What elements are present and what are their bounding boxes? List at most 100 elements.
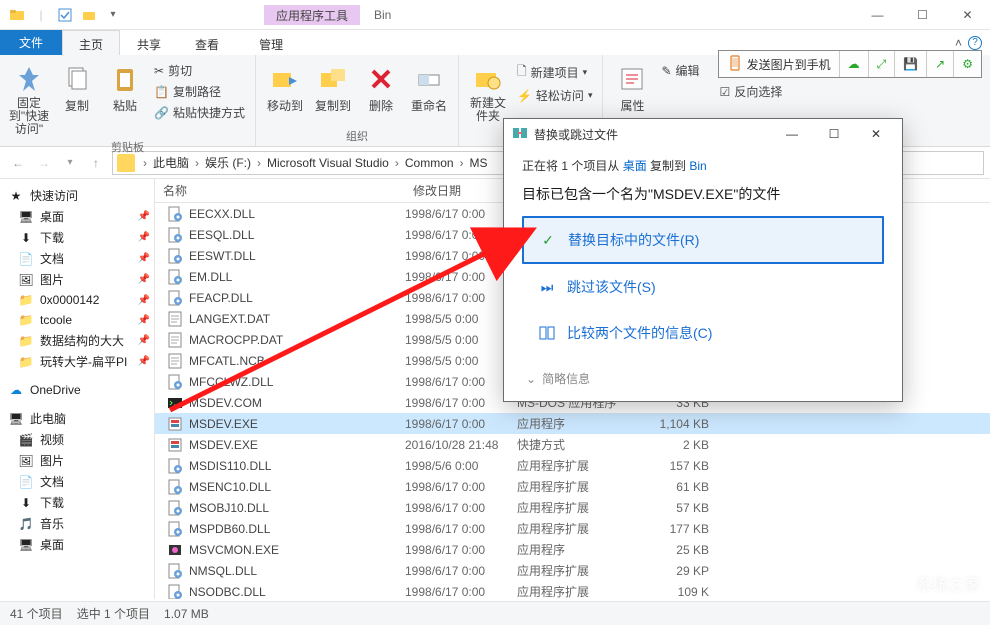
send-to-phone-button[interactable]: 发送图片到手机 [719, 51, 840, 77]
table-row[interactable]: MSDIS110.DLL1998/5/6 0:00应用程序扩展157 KB [155, 455, 990, 476]
file-date: 1998/6/17 0:00 [405, 291, 517, 305]
minimize-button[interactable]: — [855, 0, 900, 30]
breadcrumb-seg[interactable]: Common [403, 156, 456, 170]
sidebar-item[interactable]: 🎬视频 [0, 429, 154, 450]
table-row[interactable]: MSDEV.EXE2016/10/28 21:48快捷方式2 KB [155, 434, 990, 455]
paste-button[interactable]: 粘贴 [102, 59, 148, 137]
file-icon [167, 206, 183, 222]
sidebar-item[interactable]: 📁0x0000142📌 [0, 290, 154, 310]
copy-to-button[interactable]: 复制到 [310, 59, 356, 126]
tab-file[interactable]: 文件 [0, 30, 62, 55]
tab-share[interactable]: 共享 [120, 30, 178, 55]
help-icon[interactable]: ? [968, 36, 982, 50]
sidebar-item[interactable]: 🖥桌面 [0, 534, 154, 555]
dialog-minimize-button[interactable]: — [774, 121, 810, 147]
file-icon [167, 332, 183, 348]
qat-dropdown-icon[interactable]: ▾ [102, 4, 124, 26]
table-row[interactable]: MSDEV.EXE1998/6/17 0:00应用程序1,104 KB [155, 413, 990, 434]
sidebar-item-icon: ⬇ [18, 230, 34, 246]
chevron-right-icon[interactable]: › [456, 156, 468, 170]
dialog-dest-link[interactable]: Bin [689, 159, 706, 173]
table-row[interactable]: MSVCMON.EXE1998/6/17 0:00应用程序25 KB [155, 539, 990, 560]
sidebar-item[interactable]: 📄文档 [0, 471, 154, 492]
sidebar-this-pc[interactable]: 🖥此电脑 [0, 408, 154, 429]
sidebar-item[interactable]: 📄文档📌 [0, 248, 154, 269]
sidebar-item[interactable]: 🖥桌面📌 [0, 206, 154, 227]
file-name: MSDEV.EXE [189, 438, 258, 452]
table-row[interactable]: NSODBC.DLL1998/6/17 0:00应用程序扩展109 K [155, 581, 990, 599]
delete-icon [365, 63, 397, 95]
table-row[interactable]: NMSQL.DLL1998/6/17 0:00应用程序扩展29 KP [155, 560, 990, 581]
maximize-button[interactable]: ☐ [900, 0, 945, 30]
share-ext-button[interactable]: ↗ [927, 51, 954, 77]
paste-shortcut-button[interactable]: 🔗粘贴快捷方式 [150, 103, 249, 122]
expand-button[interactable]: ⤢ [869, 51, 896, 77]
save-ext-button[interactable]: 💾 [895, 51, 927, 77]
copy-button[interactable]: 复制 [54, 59, 100, 137]
new-item-button[interactable]: 🗋新建项目 ▾ [513, 61, 597, 84]
move-to-button[interactable]: 移动到 [262, 59, 308, 126]
dialog-source-link[interactable]: 桌面 [623, 159, 647, 173]
sidebar-item-icon: 📁 [18, 354, 34, 370]
sidebar-item-icon: 🎵 [18, 516, 34, 532]
chevron-right-icon[interactable]: › [391, 156, 403, 170]
pin-quick-access-button[interactable]: 固定到"快速访问" [6, 59, 52, 137]
dialog-more-details[interactable]: ⌄ 简略信息 [522, 370, 884, 387]
sidebar-item[interactable]: 🎵音乐 [0, 513, 154, 534]
column-name[interactable]: 名称 [155, 182, 405, 199]
folder-small-icon[interactable] [78, 4, 100, 26]
chevron-right-icon[interactable]: › [139, 156, 151, 170]
chevron-right-icon[interactable]: › [191, 156, 203, 170]
cloud-icon: ☁ [8, 382, 24, 398]
table-row[interactable]: MSPDB60.DLL1998/6/17 0:00应用程序扩展177 KB [155, 518, 990, 539]
breadcrumb-seg[interactable]: 此电脑 [151, 154, 191, 171]
copy-path-button[interactable]: 📋复制路径 [150, 82, 249, 101]
ribbon-collapse-icon[interactable]: ˄ [955, 36, 962, 50]
rename-button[interactable]: 重命名 [406, 59, 452, 126]
edit-button[interactable]: ✎编辑 [657, 61, 703, 80]
sidebar-item[interactable]: 📁tcoole📌 [0, 310, 154, 330]
sidebar-item[interactable]: 📁数据结构的大大📌 [0, 330, 154, 351]
breadcrumb-seg[interactable]: 娱乐 (F:) [203, 154, 253, 171]
invert-selection-button[interactable]: ☑反向选择 [716, 82, 787, 101]
tab-home[interactable]: 主页 [62, 30, 120, 55]
breadcrumb-seg[interactable]: MS [468, 156, 490, 170]
cut-button[interactable]: ✂剪切 [150, 61, 249, 80]
chevron-right-icon[interactable]: › [253, 156, 265, 170]
dialog-maximize-button[interactable]: ☐ [816, 121, 852, 147]
tab-view[interactable]: 查看 [178, 30, 236, 55]
dialog-option-compare[interactable]: 比较两个文件的信息(C) [522, 310, 884, 356]
window-controls: — ☐ ✕ [855, 0, 990, 30]
new-folder-button[interactable]: 新建文件夹 [465, 59, 511, 126]
sidebar-item[interactable]: 🖼图片 [0, 450, 154, 471]
easy-access-icon: ⚡ [517, 89, 532, 103]
sidebar-item[interactable]: ⬇下载📌 [0, 227, 154, 248]
table-row[interactable]: MSENC10.DLL1998/6/17 0:00应用程序扩展61 KB [155, 476, 990, 497]
dialog-close-button[interactable]: ✕ [858, 121, 894, 147]
column-date[interactable]: 修改日期 [405, 182, 517, 199]
sidebar-item[interactable]: ⬇下载 [0, 492, 154, 513]
settings-ext-button[interactable]: ⚙ [954, 51, 981, 77]
table-row[interactable]: MSOBJ10.DLL1998/6/17 0:00应用程序扩展57 KB [155, 497, 990, 518]
sidebar-item[interactable]: 📁玩转大学-扁平PI📌 [0, 351, 154, 372]
file-icon [167, 353, 183, 369]
cloud-button[interactable]: ☁ [840, 51, 869, 77]
dialog-option-replace[interactable]: ✓ 替换目标中的文件(R) [522, 216, 884, 264]
file-date: 1998/6/17 0:00 [405, 228, 517, 242]
file-type: 应用程序 [517, 541, 637, 558]
dialog-option-skip[interactable]: ⏭ 跳过该文件(S) [522, 264, 884, 310]
breadcrumb-seg[interactable]: Microsoft Visual Studio [265, 156, 391, 170]
sidebar-item-icon: 🖼 [18, 272, 34, 288]
file-size: 177 KB [637, 522, 717, 536]
move-icon [269, 63, 301, 95]
tab-manage[interactable]: 管理 [242, 30, 300, 55]
sidebar-onedrive[interactable]: ☁OneDrive [0, 380, 154, 400]
checkbox-icon[interactable] [54, 4, 76, 26]
sidebar-item[interactable]: 🖼图片📌 [0, 269, 154, 290]
delete-button[interactable]: 删除 [358, 59, 404, 126]
window-title: Bin [374, 8, 391, 22]
sidebar-quick-access[interactable]: ★快速访问 [0, 185, 154, 206]
close-button[interactable]: ✕ [945, 0, 990, 30]
easy-access-button[interactable]: ⚡轻松访问 ▾ [513, 86, 597, 105]
file-name: MFCCLWZ.DLL [189, 375, 273, 389]
